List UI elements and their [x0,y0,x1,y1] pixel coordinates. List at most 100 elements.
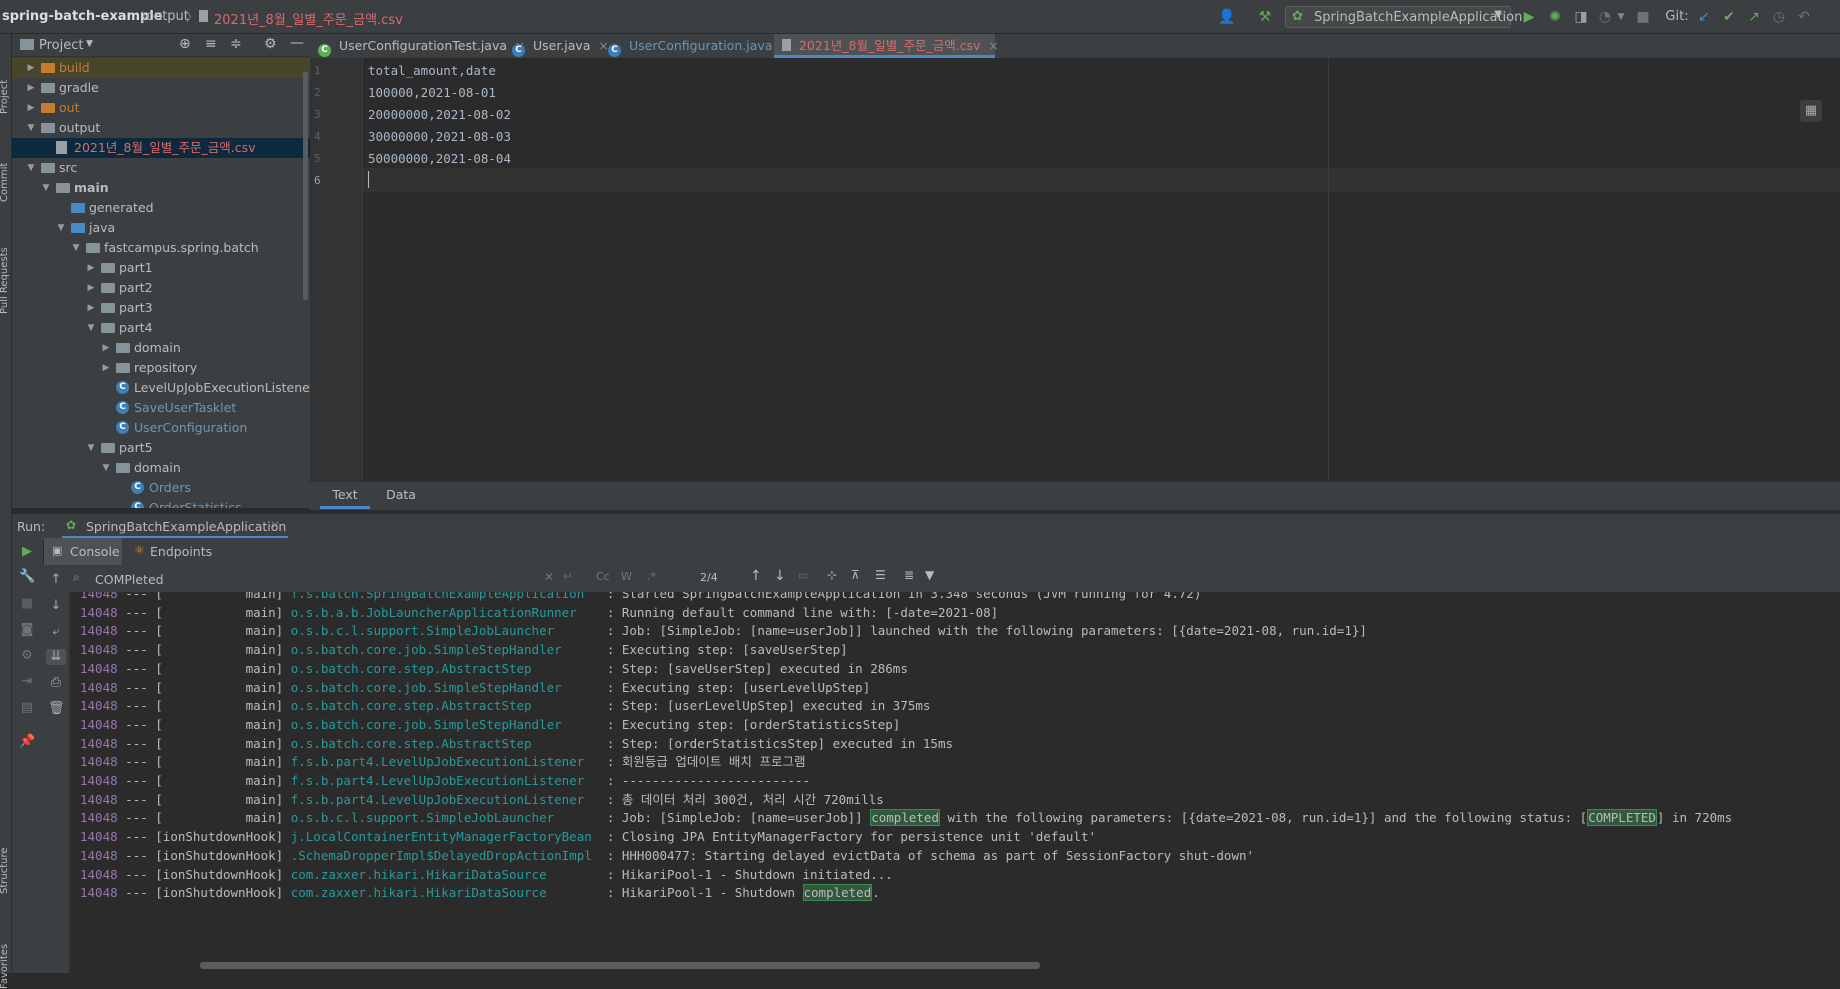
filter-icon[interactable]: ▼ [925,568,934,582]
run-icon[interactable]: ▶ [1520,8,1538,26]
rollback-icon[interactable]: ↶ [1795,8,1813,26]
rerun-icon[interactable]: ▶ [19,544,35,560]
chevron-right-icon[interactable]: ▶ [85,258,97,278]
regex-toggle[interactable]: .* [647,570,656,583]
history-icon[interactable]: ◷ [1770,8,1788,26]
camera-icon[interactable]: ◙ [19,622,35,638]
git-push-icon[interactable]: ↗ [1745,8,1763,26]
scroll-to-end-icon[interactable]: ⇊ [46,649,66,665]
breadcrumb-project[interactable]: spring-batch-example [2,9,163,24]
breadcrumb-file[interactable]: 2021년_8월_일별_주문_금액.csv [214,9,403,28]
pin-icon[interactable]: 📌 [19,734,35,750]
chevron-right-icon[interactable]: ▶ [25,98,37,118]
gear-icon[interactable]: ⚙ [264,36,277,52]
chevron-down-icon[interactable]: ▼ [40,178,52,198]
remove-occurrence-icon[interactable]: ⊼ [851,568,860,582]
tree-item[interactable]: ▶ part3 [12,298,310,318]
match-case-toggle[interactable]: Cc [596,570,610,583]
code-editor[interactable]: 1 2 3 4 5 6 total_amount,date 100000,202… [310,58,1840,481]
print-icon[interactable]: ⎙ [48,675,64,691]
favorites-tool-button[interactable]: Favorites [0,944,10,989]
locate-icon[interactable]: ⊕ [179,36,191,52]
tree-item[interactable]: ▼ domain [12,458,310,478]
tree-item[interactable]: ▼ src [12,158,310,178]
tree-item[interactable]: C SaveUserTasklet [12,398,310,418]
arrow-up-icon[interactable]: ↑ [48,572,64,588]
structure-tool-button[interactable]: Structure [0,847,10,894]
commit-tool-button[interactable]: Commit [0,163,10,202]
filter-options-icon[interactable]: ≣ [904,568,914,582]
git-commit-icon[interactable]: ✔ [1720,8,1738,26]
chevron-down-icon[interactable]: ▼ [70,238,82,258]
table-editor-icon[interactable]: ▦ [1800,100,1822,122]
expand-all-icon[interactable]: ≡ [205,36,217,52]
chevron-down-icon[interactable]: ▼ [85,318,97,338]
tree-item[interactable]: C LevelUpJobExecutionListener [12,378,310,398]
tree-item[interactable]: ▼ fastcampus.spring.batch [12,238,310,258]
chevron-down-icon[interactable]: ▼ [86,39,93,49]
select-all-matches-icon[interactable]: ☰ [875,568,886,582]
trash-icon[interactable]: 🗑 [48,701,65,717]
whole-words-toggle[interactable]: W [621,570,632,583]
tab-user-java[interactable]: C User.java × [512,34,609,58]
tab-user-configuration-test[interactable]: C UserConfigurationTest.java× [318,34,525,58]
exit-icon[interactable]: ⇥ [19,674,35,690]
tree-item[interactable]: ▶ repository [12,358,310,378]
search-history-icon[interactable]: ↵ [563,569,573,583]
tree-item[interactable]: ▼ part4 [12,318,310,338]
tree-item[interactable]: generated [12,198,310,218]
select-all-occurrences-icon[interactable]: ▭ [798,568,809,582]
tab-console[interactable]: ▣ Console [44,538,122,565]
tree-item[interactable]: ▶ out [12,98,310,118]
tree-scrollbar[interactable] [303,72,308,300]
tree-item[interactable]: ▶ domain [12,338,310,358]
pull-requests-tool-button[interactable]: Pull Requests [0,247,10,314]
close-icon[interactable]: × [989,39,999,53]
chevron-down-icon[interactable]: ▼ [25,118,37,138]
search-input[interactable] [93,569,497,589]
console-horizontal-scrollbar[interactable] [200,962,1040,969]
chevron-right-icon[interactable]: ▶ [25,78,37,98]
run-configuration-select[interactable]: ✿ SpringBatchExampleApplication ▼ [1285,6,1522,28]
chevron-right-icon[interactable]: ▶ [25,58,37,78]
tree-item[interactable]: 2021년_8월_일별_주문_금액.csv [12,138,310,158]
tab-csv-file-active[interactable]: 2021년_8월_일별_주문_금액.csv × [774,34,999,58]
close-icon[interactable]: × [270,518,280,532]
settings-icon[interactable]: ⚙ [19,648,35,664]
chevron-down-icon[interactable]: ▼ [25,158,37,178]
tab-endpoints[interactable]: ⚛ Endpoints [130,538,230,565]
wrench-icon[interactable]: 🔧 [19,569,35,585]
layout-icon[interactable]: ▤ [19,700,35,716]
coverage-icon[interactable]: ◨ [1572,8,1590,26]
collapse-all-icon[interactable]: ≑ [230,36,242,52]
clear-search-icon[interactable]: ✕ [544,570,554,584]
tree-item[interactable]: ▼ output [12,118,310,138]
chevron-down-icon[interactable]: ▼ [55,218,67,238]
tab-data[interactable]: Data [376,482,426,509]
tab-user-configuration[interactable]: C UserConfiguration.java× [608,34,790,58]
chevron-right-icon[interactable]: ▶ [85,298,97,318]
tree-item[interactable]: ▼ main [12,178,310,198]
tree-item[interactable]: ▶ part1 [12,258,310,278]
next-match-icon[interactable]: ↓ [774,568,786,584]
tree-item[interactable]: ▶ build [12,58,310,78]
git-update-icon[interactable]: ↙ [1695,8,1713,26]
build-hammer-icon[interactable]: ⚒ [1256,8,1274,26]
hide-icon[interactable]: — [290,35,304,51]
tree-item[interactable]: ▶ gradle [12,78,310,98]
add-occurrence-icon[interactable]: ⊹ [827,568,837,582]
stop-icon[interactable]: ■ [19,596,35,612]
project-tool-button[interactable]: Project [0,80,10,114]
debug-icon[interactable]: ✺ [1546,8,1564,26]
tree-item[interactable]: C UserConfiguration [12,418,310,438]
tree-item[interactable]: ▼ part5 [12,438,310,458]
chevron-down-icon[interactable]: ▼ [100,458,112,478]
previous-match-icon[interactable]: ↑ [750,568,762,584]
console-output[interactable]: 14048 --- [ main] f.s.batch.SpringBatchE… [70,592,1840,973]
tab-text[interactable]: Text [320,482,370,509]
tree-item[interactable]: ▼ java [12,218,310,238]
soft-wrap-icon[interactable]: ⤶ [48,624,64,640]
chevron-down-icon[interactable]: ▼ [1612,8,1630,26]
arrow-down-icon[interactable]: ↓ [48,598,64,614]
project-view-select[interactable]: Project [39,38,83,53]
